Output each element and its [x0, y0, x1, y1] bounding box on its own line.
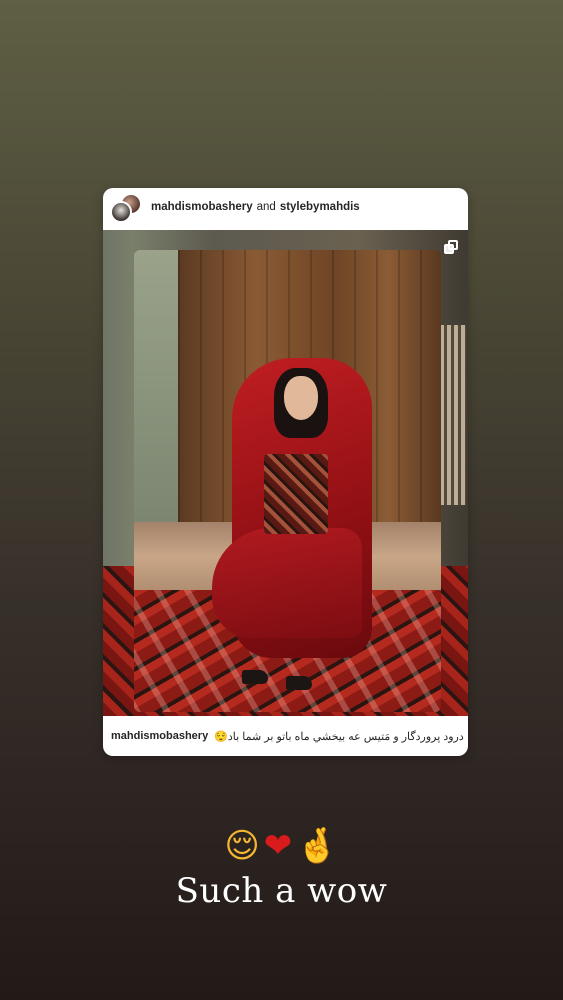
avatar-stack[interactable] — [110, 193, 142, 225]
story-emojis: 😌 ❤ 🤞 — [0, 824, 563, 868]
boot-right — [286, 676, 312, 690]
story-text: Such a wow — [175, 871, 388, 911]
collaborator-username[interactable]: stylebymahdis — [280, 201, 360, 213]
post-authors[interactable]: mahdismobashery and stylebymahdis — [151, 201, 360, 213]
carousel-icon — [444, 240, 458, 254]
caption-username[interactable]: mahdismobashery — [111, 730, 208, 742]
post-image[interactable] — [103, 230, 468, 716]
model-face — [284, 376, 318, 420]
rug-pillow — [264, 454, 328, 534]
photo-model — [212, 358, 372, 690]
red-heart-icon: ❤ — [263, 826, 293, 866]
crossed-fingers-icon: 🤞 — [296, 826, 339, 866]
shared-post-card[interactable]: mahdismobashery and stylebymahdis mahdis… — [103, 188, 468, 756]
authors-joiner: and — [256, 201, 276, 213]
post-caption: mahdismobashery درود پروردگار و مَتیس عه… — [103, 716, 468, 756]
background-window — [440, 325, 466, 505]
post-header[interactable]: mahdismobashery and stylebymahdis — [103, 188, 468, 230]
caption-text: درود پروردگار و مَتیس عه بیخشي ماه باتو … — [214, 730, 464, 743]
author-username[interactable]: mahdismobashery — [151, 201, 253, 213]
author-avatar — [110, 201, 132, 223]
red-skirt — [212, 528, 362, 638]
relieved-face-icon: 😌 — [224, 826, 260, 866]
boot-left — [242, 670, 268, 684]
post-photo — [134, 250, 441, 712]
